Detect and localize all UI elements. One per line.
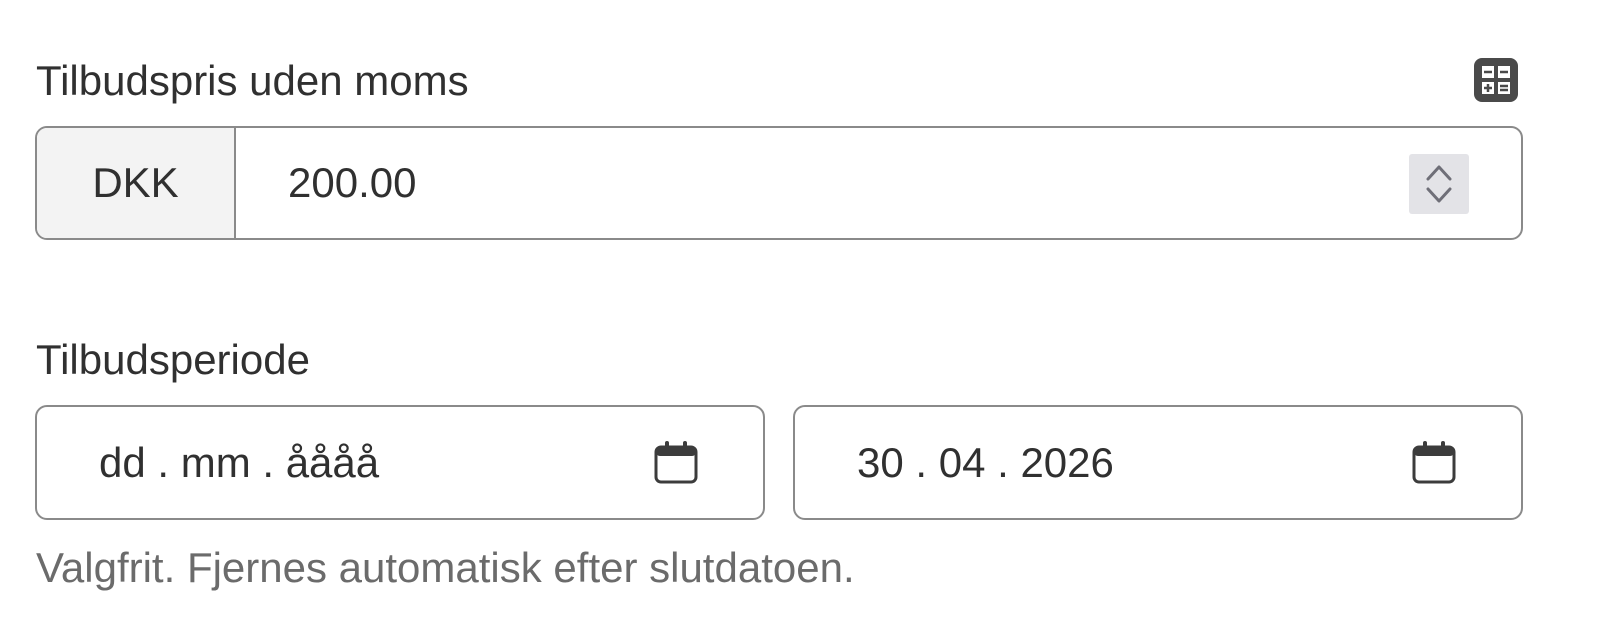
end-date-value[interactable]: 30 . 04 . 2026	[857, 407, 1114, 518]
calculator-icon	[1482, 66, 1510, 94]
price-input[interactable]	[288, 128, 1188, 238]
period-label: Tilbudsperiode	[36, 336, 310, 383]
calendar-icon	[654, 441, 698, 484]
start-date-placeholder[interactable]: dd . mm . åååå	[99, 407, 379, 518]
calculator-button[interactable]	[1474, 58, 1518, 102]
price-field: DKK	[35, 126, 1523, 240]
period-help-text: Valgfrit. Fjernes automatisk efter slutd…	[36, 544, 855, 591]
up-down-chevron-icon	[1426, 165, 1452, 203]
currency-addon: DKK	[37, 128, 236, 238]
number-stepper[interactable]	[1409, 154, 1469, 214]
end-date-calendar-button[interactable]	[1411, 441, 1457, 485]
calendar-icon	[1412, 441, 1456, 484]
end-date-field[interactable]: 30 . 04 . 2026	[793, 405, 1523, 520]
price-label: Tilbudspris uden moms	[36, 57, 469, 104]
start-date-field[interactable]: dd . mm . åååå	[35, 405, 765, 520]
start-date-calendar-button[interactable]	[653, 441, 699, 485]
